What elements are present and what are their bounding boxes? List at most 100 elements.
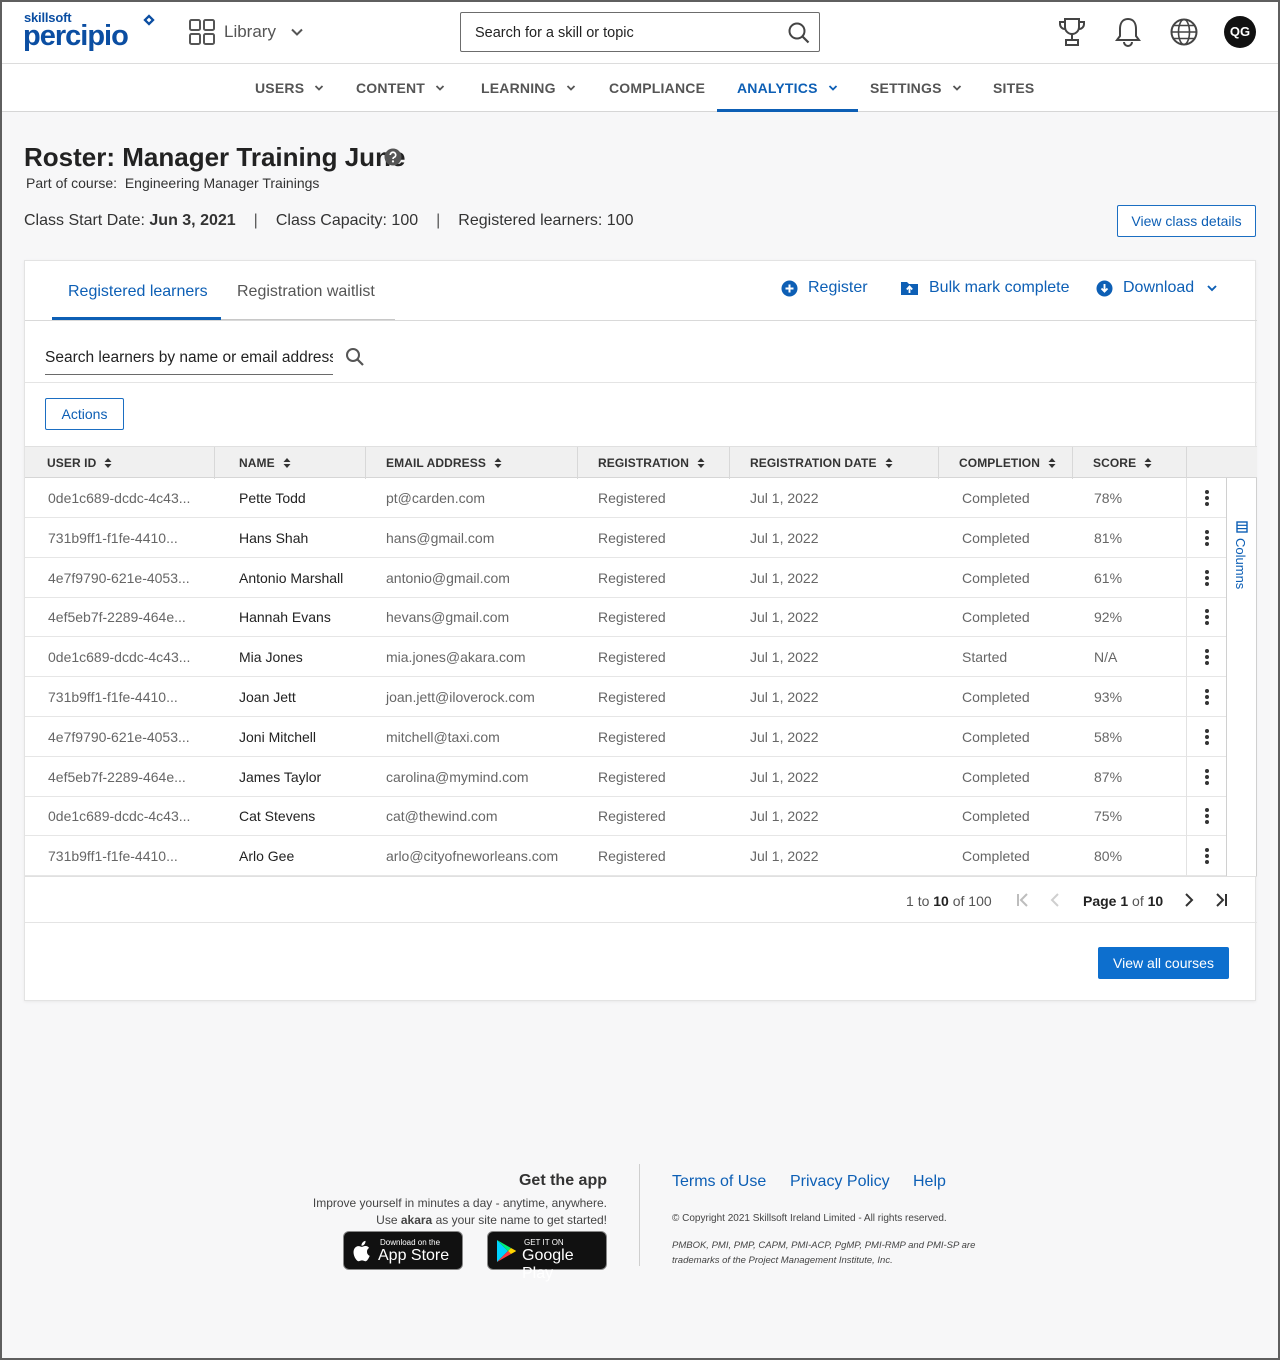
columns-toggle[interactable]: Columns [1226, 478, 1257, 876]
next-page-icon[interactable] [1181, 891, 1197, 909]
table-row[interactable]: 731b9ff1-f1fe-4410... Joan Jett joan.jett@… [25, 677, 1186, 717]
privacy-policy-link[interactable]: Privacy Policy [790, 1173, 890, 1191]
page-indicator: Page 1 of 10 [1083, 893, 1163, 909]
help-icon[interactable] [384, 148, 402, 166]
chevron-down-icon [435, 85, 445, 91]
trophy-icon[interactable] [1057, 16, 1087, 48]
globe-icon[interactable] [1169, 16, 1199, 48]
page-label: Page [1083, 893, 1117, 909]
row-more-menu-icon[interactable] [1186, 796, 1226, 837]
kebab-dot [1205, 621, 1209, 626]
nav-analytics[interactable]: ANALYTICS [717, 64, 858, 112]
row-more-menu-icon[interactable] [1186, 677, 1226, 717]
column-header-email-address[interactable]: EMAIL ADDRESS [386, 447, 502, 479]
sort-icon [104, 458, 112, 468]
table-row[interactable]: 4ef5eb7f-2289-464e... Hannah Evans hevans@… [25, 597, 1186, 638]
nav-learning[interactable]: LEARNING [481, 64, 576, 112]
cell-name: Joan Jett [239, 689, 296, 705]
library-menu[interactable]: Library [188, 18, 304, 46]
kebab-dot [1205, 649, 1209, 654]
table-row[interactable]: 4ef5eb7f-2289-464e... James Taylor carolin… [25, 757, 1186, 797]
learner-search-input[interactable] [45, 349, 333, 367]
cell-email: hevans@gmail.com [386, 609, 510, 626]
sort-icon [494, 458, 502, 468]
cell-registration-date: Jul 1, 2022 [750, 569, 819, 586]
nav-compliance[interactable]: COMPLIANCE [609, 64, 705, 112]
app-store-badge[interactable]: Download on the App Store [343, 1231, 463, 1270]
search-icon[interactable] [345, 347, 365, 367]
kebab-dot [1205, 768, 1209, 773]
kebab-dot [1205, 774, 1209, 779]
roster-tabs: Registered learners Registration waitlis… [25, 261, 1257, 321]
table-row[interactable]: 4e7f9790-621e-4053... Antonio Marshall ant… [25, 558, 1186, 598]
row-more-menu-icon[interactable] [1186, 716, 1226, 757]
columns-label: Columns [1233, 538, 1248, 590]
kebab-dot [1205, 695, 1209, 699]
table-row[interactable]: 731b9ff1-f1fe-4410... Arlo Gee arlo@cityof… [25, 836, 1186, 877]
view-all-courses-button[interactable]: View all courses [1098, 947, 1229, 979]
kebab-dot [1205, 820, 1209, 825]
table-row[interactable]: 4e7f9790-621e-4053... Joni Mitchell mitche… [25, 717, 1186, 757]
cell-registration: Registered [598, 689, 666, 705]
actions-button[interactable]: Actions [45, 398, 124, 430]
first-page-icon[interactable] [1015, 891, 1031, 909]
column-header-user-id[interactable]: USER ID [47, 447, 112, 479]
cell-registration: Registered [598, 848, 666, 865]
footer-divider [639, 1164, 640, 1266]
nav-settings[interactable]: SETTINGS [870, 64, 962, 112]
table-row[interactable]: 0de1c689-dcdc-4c43... Pette Todd pt@carden… [25, 478, 1186, 518]
kebab-dot [1205, 860, 1209, 865]
row-more-menu-icon[interactable] [1186, 756, 1226, 797]
terms-of-use-link[interactable]: Terms of Use [672, 1173, 766, 1191]
last-page-icon[interactable] [1213, 891, 1229, 909]
user-avatar[interactable]: QG [1224, 16, 1256, 48]
row-more-menu-icon[interactable] [1186, 637, 1226, 678]
global-search-input[interactable] [475, 21, 775, 45]
course-name: Engineering Manager Trainings [124, 175, 320, 191]
nav-sites[interactable]: SITES [993, 64, 1034, 112]
column-header-label: REGISTRATION DATE [750, 456, 877, 470]
cell-score: 93% [1094, 689, 1123, 705]
row-more-menu-icon[interactable] [1186, 517, 1226, 558]
class-capacity: Class Capacity: 100 [275, 212, 419, 229]
column-header-completion[interactable]: COMPLETION [959, 447, 1056, 479]
page-title: Roster: Manager Training June [24, 142, 406, 172]
nav-content[interactable]: CONTENT [356, 64, 445, 112]
percipio-logo[interactable]: skillsoft percipio [23, 10, 164, 56]
column-header-score[interactable]: SCORE [1093, 447, 1152, 479]
column-header-registration-date[interactable]: REGISTRATION DATE [750, 447, 893, 479]
cell-user-id: 0de1c689-dcdc-4c43... [48, 490, 191, 506]
row-more-menu-icon[interactable] [1186, 557, 1226, 598]
bell-icon[interactable] [1114, 16, 1142, 48]
cell-name: Cat Stevens [239, 808, 316, 825]
cell-name: Pette Todd [239, 490, 306, 506]
nav-users[interactable]: USERS [255, 64, 324, 112]
download-menu[interactable]: Download [1096, 279, 1218, 297]
help-link[interactable]: Help [913, 1173, 946, 1191]
cell-completion: Completed [962, 609, 1030, 626]
tab-registered-learners[interactable]: Registered learners [68, 283, 208, 301]
row-more-menu-icon[interactable] [1186, 478, 1226, 518]
row-more-menu-icon[interactable] [1186, 597, 1226, 638]
cell-registration: Registered [598, 728, 666, 745]
table-row[interactable]: 0de1c689-dcdc-4c43... Mia Jones mia.jones@… [25, 637, 1186, 678]
active-tab-indicator [52, 317, 221, 320]
table-row[interactable]: 0de1c689-dcdc-4c43... Cat Stevens cat@thew… [25, 796, 1186, 837]
cell-registration-date: Jul 1, 2022 [750, 768, 819, 785]
table-row[interactable]: 731b9ff1-f1fe-4410... Hans Shah hans@gmail… [25, 518, 1186, 558]
previous-page-icon[interactable] [1047, 891, 1063, 909]
column-header-registration[interactable]: REGISTRATION [598, 447, 705, 479]
get-app-site-hint: Use akara as your site name to get start… [313, 1213, 607, 1227]
kebab-dot [1205, 740, 1209, 745]
kebab-dot [1205, 541, 1209, 546]
columns-icon [1236, 521, 1248, 533]
pagination-range: 1 to 10 of 100 [906, 893, 992, 909]
view-class-details-button[interactable]: View class details [1117, 205, 1256, 237]
bulk-mark-complete-button[interactable]: Bulk mark complete [900, 279, 1070, 297]
search-icon[interactable] [787, 21, 811, 45]
column-header-name[interactable]: NAME [239, 447, 291, 479]
register-button[interactable]: Register [781, 279, 868, 297]
row-more-menu-icon[interactable] [1186, 836, 1226, 877]
google-play-badge[interactable]: GET IT ON Google Play [487, 1231, 607, 1282]
tab-registration-waitlist[interactable]: Registration waitlist [237, 283, 375, 301]
